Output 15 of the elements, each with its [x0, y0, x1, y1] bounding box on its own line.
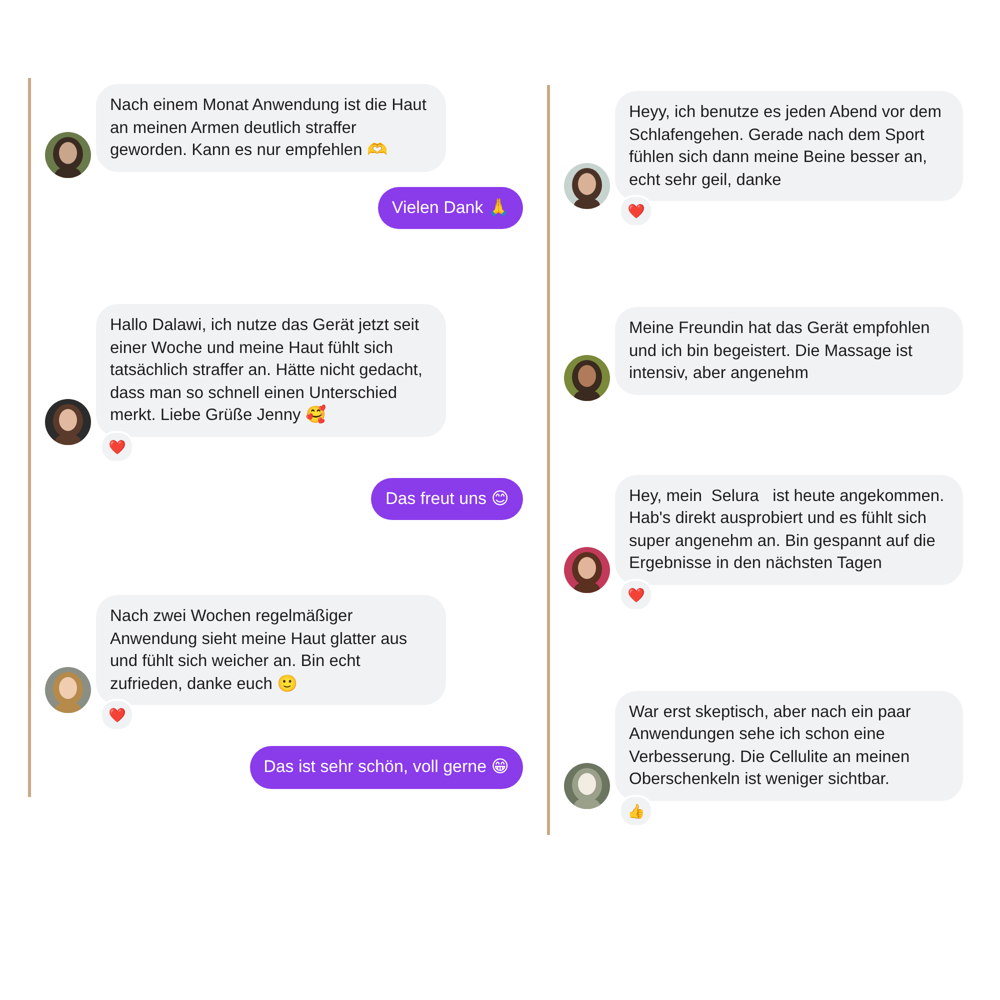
- message-bubble: Das freut uns 😊: [371, 478, 523, 520]
- message-bubble: Hey, mein Selura ist heute angekommen. Hab's direkt ausprobiert und es fühlt sich super angenehm an. Bin gespannt auf die Ergebnisse in den nächsten Tagen: [615, 474, 963, 584]
- message-bubble: Heyy, ich benutze es jeden Abend vor dem Schlafengehen. Gerade nach dem Sport fühlen sich dann meine Beine besser an, echt sehr geil, danke: [615, 91, 963, 201]
- reaction-badge: ❤: [619, 195, 653, 227]
- message-bubble: Nach zwei Wochen regelmäßiger Anwendung sieht meine Haut glatter aus und fühlt sich weicher an. Bin echt zufrieden, danke euch 🙂: [96, 595, 446, 705]
- message-bubble: Vielen Dank 🙏: [378, 186, 523, 229]
- reaction-badge: 👍: [619, 794, 653, 826]
- reaction-badge: ❤: [100, 699, 134, 731]
- message-bubble: Meine Freundin hat das Gerät empfohlen und ich bin begeistert. Die Massage ist intensiv, aber angenehm: [615, 307, 963, 394]
- reaction-badge: ❤: [100, 430, 134, 462]
- message-bubble: Hallo Dalawi, ich nutze das Gerät jetzt seit einer Woche und meine Haut fühlt sich tatsächlich straffer an. Hätte nicht gedacht, dass man so schnell einen Unterschied merkt. Liebe Grüße Jenny 🥰: [96, 304, 446, 436]
- reaction-badge: ❤: [619, 578, 653, 610]
- message-bubble: Das ist sehr schön, voll gerne 😁: [250, 746, 523, 788]
- message-bubble: Nach einem Monat Anwendung ist die Haut an meinen Armen deutlich straffer geworden. Kann es nur empfehlen 🫶: [96, 84, 446, 172]
- message-bubble: War erst skeptisch, aber nach ein paar Anwendungen sehe ich schon eine Verbesserung. Die Cellulite an meinen Oberschenkeln ist weniger sichtbar.: [615, 690, 963, 800]
